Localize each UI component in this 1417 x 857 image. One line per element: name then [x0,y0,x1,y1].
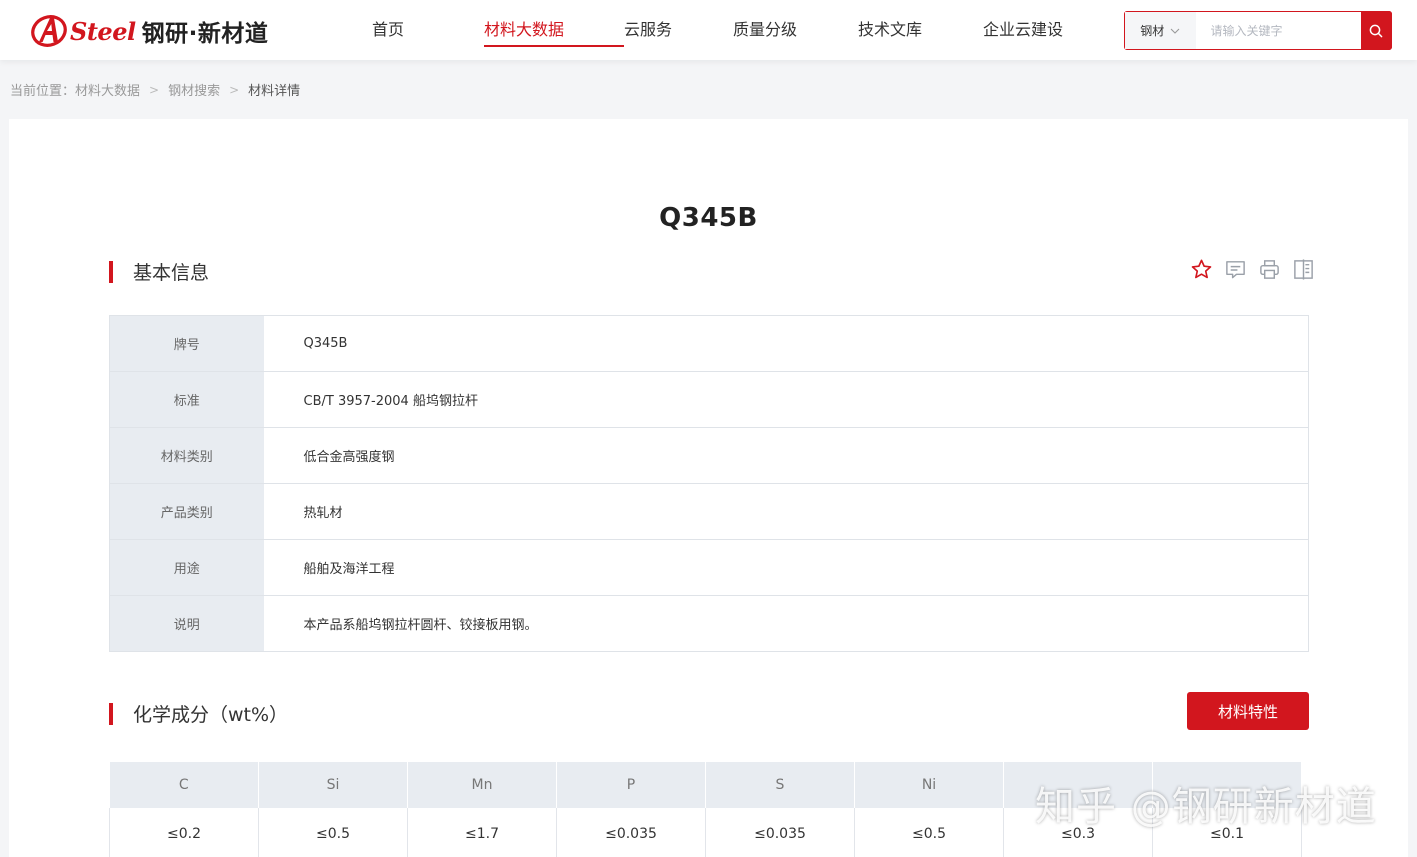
table-row: 材料类别 低合金高强度钢 [109,427,1309,484]
star-icon [1191,259,1211,278]
nav-tech-library[interactable]: 技术文库 [858,0,983,60]
breadcrumb-current: 材料详情 [248,84,301,99]
basic-info-table: 牌号 Q345B 标准 CB/T 3957-2004 船坞钢拉杆 材料类别 低合… [109,315,1309,652]
info-value: 低合金高强度钢 [263,427,1309,484]
nav-cloud-service[interactable]: 云服务 [624,0,733,60]
compare-icon [1293,258,1313,280]
section-marker [109,260,113,283]
column-header: S [705,762,855,808]
table-cell: ≤1.7 [407,808,557,857]
nav-material-bigdata[interactable]: 材料大数据 [484,0,624,60]
table-cell: ≤0.035 [705,808,855,857]
section-title: 化学成分（wt%） [133,704,289,726]
breadcrumb-link-steel-search[interactable]: 钢材搜索 [168,80,220,99]
info-value: 热轧材 [263,483,1309,540]
breadcrumb-separator-icon: > [149,82,160,97]
info-key: 材料类别 [109,427,264,484]
table-row: 产品类别 热轧材 [109,483,1309,540]
page-title: Q345B [659,203,758,233]
column-header [1152,762,1302,808]
info-value: 本产品系船坞钢拉杆圆杆、铰接板用钢。 [263,595,1309,652]
search-button[interactable] [1360,11,1392,50]
logo-brand-name: 钢研·新材道 [141,21,269,47]
table-row: 说明 本产品系船坞钢拉杆圆杆、铰接板用钢。 [109,595,1309,652]
column-header: Ni [854,762,1004,808]
info-key: 牌号 [109,315,264,372]
info-value: 船舶及海洋工程 [263,539,1309,596]
section-marker [109,702,113,725]
info-value: CB/T 3957-2004 船坞钢拉杆 [263,371,1309,428]
basic-info-heading: 基本信息 [109,258,209,285]
table-cell: ≤0.2 [109,808,259,857]
chemistry-heading: 化学成分（wt%） [109,700,288,727]
breadcrumb-prefix: 当前位置： [10,84,76,99]
compare-button[interactable] [1291,257,1315,281]
table-cell: ≤0.5 [258,808,408,857]
breadcrumb-link-bigdata[interactable]: 材料大数据 [75,80,140,99]
column-header: Mn [407,762,557,808]
info-value: Q345B [263,315,1309,372]
search-box: 钢材 [1124,11,1392,50]
table-row: ≤0.2 ≤0.5 ≤1.7 ≤0.035 ≤0.035 ≤0.5 ≤0.3 ≤… [109,808,1302,857]
search-icon [1369,24,1383,37]
top-header: Steel 钢研·新材道 首页 材料大数据 云服务 质量分级 技术文库 企业云建… [0,0,1417,60]
table-header-row: C Si Mn P S Ni [109,762,1302,808]
breadcrumb-separator-icon: > [229,82,240,97]
material-properties-button[interactable]: 材料特性 [1187,692,1309,730]
logo-text: Steel [70,16,136,46]
search-category-value: 钢材 [1140,24,1165,38]
search-category-select[interactable]: 钢材 [1125,12,1196,49]
nav-quality-grading[interactable]: 质量分级 [733,0,858,60]
column-header: P [556,762,706,808]
table-row: 牌号 Q345B [109,315,1309,372]
material-detail-card: Q345B 基本信息 牌号 Q345B 标准 CB/T 3957-2004 船坞… [9,119,1408,857]
section-title: 基本信息 [133,262,210,284]
info-key: 标准 [109,371,264,428]
table-row: 用途 船舶及海洋工程 [109,539,1309,596]
site-logo[interactable]: Steel 钢研·新材道 [30,12,268,50]
logo-mark-icon [31,15,67,47]
table-cell: ≤0.035 [556,808,706,857]
main-nav: 首页 材料大数据 云服务 质量分级 技术文库 企业云建设 [372,0,1083,60]
table-cell: ≤0.5 [854,808,1004,857]
chevron-down-icon [1170,28,1180,34]
comment-button[interactable] [1223,257,1247,281]
toolbar [1189,257,1315,281]
column-header: C [109,762,259,808]
comment-icon [1225,260,1245,278]
print-icon [1259,259,1279,279]
nav-home[interactable]: 首页 [372,0,484,60]
column-header: Si [258,762,408,808]
nav-enterprise-cloud[interactable]: 企业云建设 [983,0,1083,60]
table-cell: ≤0.1 [1152,808,1302,857]
info-key: 说明 [109,595,264,652]
table-row: 标准 CB/T 3957-2004 船坞钢拉杆 [109,371,1309,428]
print-button[interactable] [1257,257,1281,281]
chemistry-table: C Si Mn P S Ni ≤0.2 ≤0.5 ≤1.7 ≤0.035 ≤0.… [109,762,1302,857]
info-key: 产品类别 [109,483,264,540]
table-cell: ≤0.3 [1003,808,1153,857]
breadcrumb: 当前位置： 材料大数据 > 钢材搜索 > 材料详情 [10,80,301,100]
column-header [1003,762,1153,808]
info-key: 用途 [109,539,264,596]
favorite-button[interactable] [1189,257,1213,281]
search-input[interactable] [1195,12,1361,49]
